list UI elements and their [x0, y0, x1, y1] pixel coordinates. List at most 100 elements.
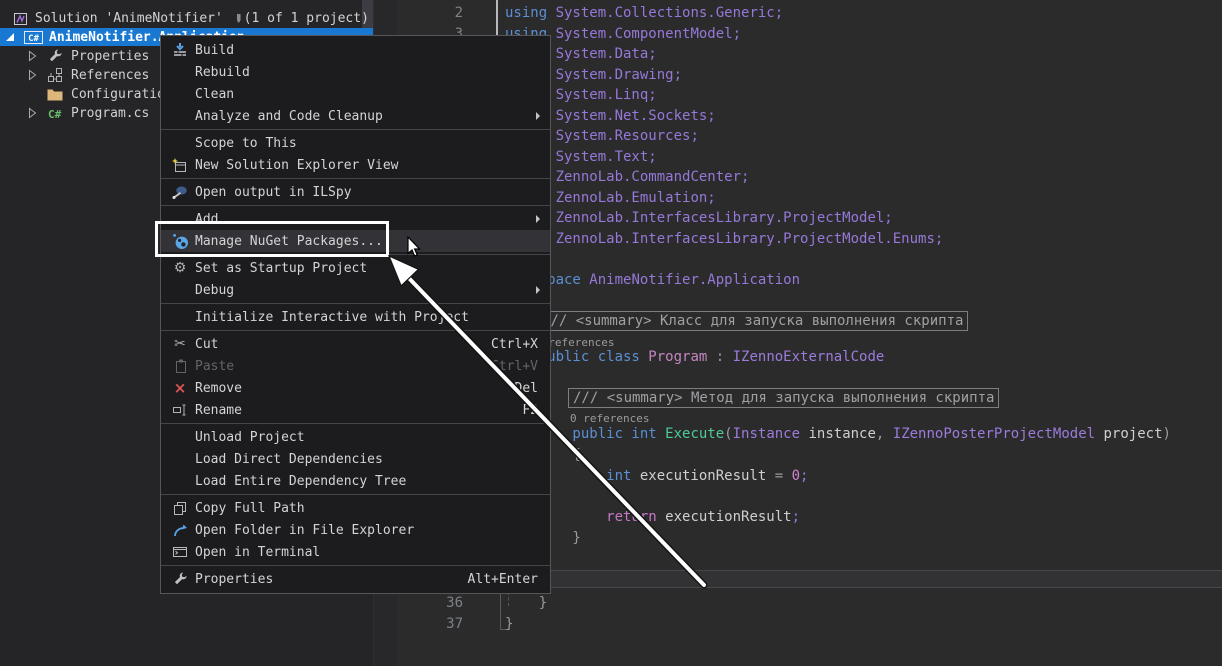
menu-separator [161, 565, 550, 566]
csharp-project-icon: C# [22, 31, 44, 44]
menu-item-open-folder-in-file-explorer[interactable]: Open Folder in File Explorer [161, 519, 550, 541]
menu-item-paste: PasteCtrl+V [161, 355, 550, 377]
vs-ide-window: { "chrome": { "top_ticks": [36, 110, 253… [0, 0, 1222, 666]
gear-icon: ⚙ [167, 261, 193, 275]
menu-item-debug[interactable]: Debug [161, 279, 550, 301]
annotation-highlight-box [155, 221, 389, 257]
references-icon [44, 68, 66, 82]
menu-item-build[interactable]: Build [161, 39, 550, 61]
menu-item-label: Copy Full Path [193, 501, 542, 516]
menu-separator [161, 330, 550, 331]
open-folder-icon [167, 523, 193, 538]
paste-icon [167, 358, 193, 374]
menu-item-label: Build [193, 43, 542, 58]
code-line: 2 using System.Collections.Generic; [397, 3, 1222, 23]
menu-item-label: Set as Startup Project [193, 261, 542, 276]
menu-item-analyze-and-code-cleanup[interactable]: Analyze and Code Cleanup [161, 105, 550, 127]
menu-item-initialize-interactive-with-project[interactable]: Initialize Interactive with Project [161, 306, 550, 328]
menu-item-label: Cut [193, 337, 491, 352]
menu-item-set-as-startup-project[interactable]: ⚙Set as Startup Project [161, 257, 550, 279]
new-view-icon [167, 158, 193, 173]
line-number: 2 [397, 3, 463, 23]
build-icon [167, 42, 193, 58]
code-line: 36 } [397, 593, 1222, 613]
menu-separator [161, 205, 550, 206]
menu-item-label: Scope to This [193, 136, 542, 151]
wrench-icon [44, 49, 66, 64]
menu-item-label: Analyze and Code Cleanup [193, 109, 536, 124]
cut-icon: ✂ [167, 337, 193, 351]
menu-separator [161, 129, 550, 130]
sidebar-item-label: References [71, 68, 149, 83]
menu-item-label: Open in Terminal [193, 545, 542, 560]
sidebar-item-label: Properties [71, 49, 149, 64]
menu-separator [161, 494, 550, 495]
menu-item-copy-full-path[interactable]: Copy Full Path [161, 497, 550, 519]
menu-item-open-in-terminal[interactable]: Open in Terminal [161, 541, 550, 563]
menu-item-scope-to-this[interactable]: Scope to This [161, 132, 550, 154]
menu-item-clean[interactable]: Clean [161, 83, 550, 105]
menu-item-label: Paste [193, 359, 491, 374]
menu-separator [161, 178, 550, 179]
menu-item-label: Unload Project [193, 430, 542, 445]
menu-item-open-output-in-ilspy[interactable]: Open output in ILSpy [161, 181, 550, 203]
csharp-file-icon: C# [44, 107, 66, 120]
svg-text:C#: C# [48, 108, 62, 120]
line-number: 36 [397, 593, 463, 613]
menu-item-shortcut: Del [515, 381, 542, 396]
menu-item-cut[interactable]: ✂CutCtrl+X [161, 333, 550, 355]
menu-item-label: Initialize Interactive with Project [193, 310, 542, 325]
caret-collapsed-icon[interactable] [24, 107, 40, 119]
line-number: 37 [397, 614, 463, 634]
code-text: using ZennoLab.InterfacesLibrary.Project… [505, 229, 943, 249]
solution-title: Solution 'AnimeNotifier' [35, 11, 231, 26]
code-text: } [505, 614, 513, 634]
code-text: public int Execute(Instance instance, IZ… [505, 424, 1171, 444]
modified-icon [235, 13, 243, 24]
menu-item-new-solution-explorer-view[interactable]: New Solution Explorer View [161, 154, 550, 176]
menu-item-label: Properties [193, 572, 468, 587]
menu-item-label: New Solution Explorer View [193, 158, 542, 173]
menu-item-load-direct-dependencies[interactable]: Load Direct Dependencies [161, 448, 550, 470]
menu-item-shortcut: F2 [522, 403, 542, 418]
menu-item-load-entire-dependency-tree[interactable]: Load Entire Dependency Tree [161, 470, 550, 492]
menu-item-label: Remove [193, 381, 515, 396]
menu-separator [161, 423, 550, 424]
menu-item-properties[interactable]: PropertiesAlt+Enter [161, 568, 550, 590]
solution-title-row[interactable]: Solution 'AnimeNotifier' (1 of 1 project… [0, 10, 386, 27]
terminal-icon [167, 544, 193, 560]
menu-item-label: Open output in ILSpy [193, 185, 542, 200]
menu-item-rebuild[interactable]: Rebuild [161, 61, 550, 83]
menu-item-label: Debug [193, 283, 536, 298]
caret-collapsed-icon[interactable] [24, 50, 40, 62]
menu-item-shortcut: Alt+Enter [468, 572, 542, 587]
menu-item-label: Open Folder in File Explorer [193, 523, 542, 538]
submenu-arrow-icon [536, 215, 540, 223]
code-text: using ZennoLab.InterfacesLibrary.Project… [505, 208, 893, 228]
code-text: using System.Collections.Generic; [505, 3, 783, 23]
menu-item-label: Load Entire Dependency Tree [193, 474, 542, 489]
menu-item-rename[interactable]: RenameF2 [161, 399, 550, 421]
folder-icon [44, 88, 66, 101]
submenu-arrow-icon [536, 112, 540, 120]
menu-separator [161, 303, 550, 304]
menu-item-shortcut: Ctrl+V [491, 359, 542, 374]
menu-item-label: Load Direct Dependencies [193, 452, 542, 467]
caret-collapsed-icon[interactable] [24, 69, 40, 81]
ilspy-icon [167, 184, 193, 200]
remove-icon: × [167, 381, 193, 395]
project-context-menu: Build Rebuild Clean Analyze and Code Cleanu… [160, 35, 551, 594]
submenu-arrow-icon [536, 286, 540, 294]
caret-expanded-icon[interactable] [2, 32, 18, 42]
solution-title-suffix: (1 of 1 project) [244, 11, 369, 26]
menu-item-label: Rebuild [193, 65, 542, 80]
menu-item-unload-project[interactable]: Unload Project [161, 426, 550, 448]
svg-text:C#: C# [28, 34, 39, 44]
menu-item-remove[interactable]: ×RemoveDel [161, 377, 550, 399]
sidebar-item-label: Program.cs [71, 106, 149, 121]
doc-comment-text: /// <summary> Метод для запуска выполнен… [568, 388, 999, 408]
copy-icon [167, 500, 193, 516]
solution-icon [13, 12, 28, 26]
menu-item-shortcut: Ctrl+X [491, 337, 542, 352]
menu-item-label: Rename [193, 403, 522, 418]
